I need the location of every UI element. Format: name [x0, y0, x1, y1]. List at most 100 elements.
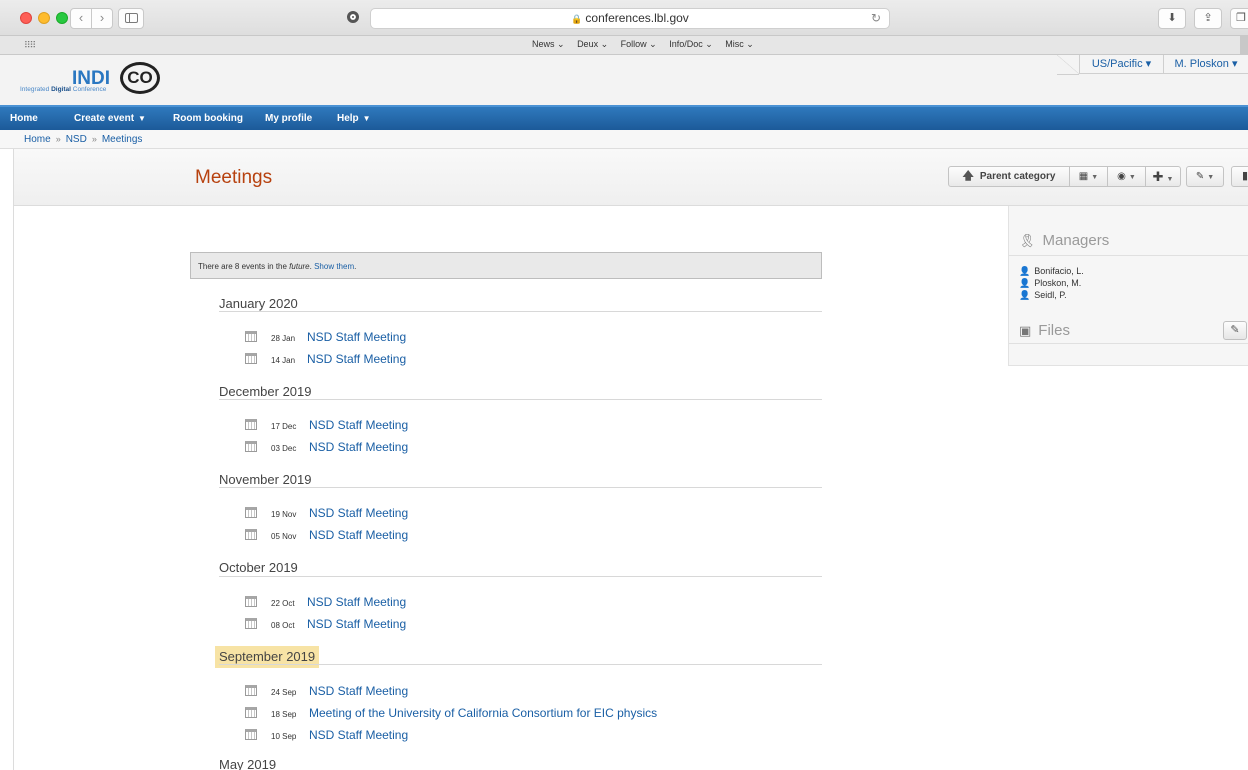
event-link[interactable]: NSD Staff Meeting [309, 440, 408, 454]
sidebar-divider [1009, 343, 1248, 344]
breadcrumb-meetings[interactable]: Meetings [102, 134, 143, 145]
back-button[interactable]: ‹ [70, 8, 92, 29]
manager-item: 👤 Bonifacio, L. [1019, 266, 1084, 276]
show-future-events-link[interactable]: Show them [314, 262, 354, 271]
caret-down-icon: ▼ [1091, 174, 1099, 181]
breadcrumb: Home» NSD» Meetings [0, 130, 1248, 149]
manager-item: 👤 Ploskon, M. [1019, 278, 1082, 288]
month-divider [219, 311, 822, 312]
calendar-icon [245, 331, 257, 342]
bookmarks-list: News ⌄ Deux ⌄ Follow ⌄ Info/Doc ⌄ Misc ⌄ [532, 39, 764, 50]
month-header: January 2020 [219, 296, 298, 311]
user-icon: 👤 [1019, 278, 1031, 288]
indico-logo[interactable]: INDI CO Integrated Digital Conference [20, 59, 170, 99]
caret-down-icon: ▼ [138, 114, 146, 123]
extension-button[interactable] [340, 8, 366, 29]
tabs-icon: ❐ [1236, 12, 1246, 24]
future-events-notice: There are 8 events in the future. Show t… [190, 252, 822, 279]
month-header: November 2019 [219, 472, 312, 487]
bookmark-news[interactable]: News ⌄ [532, 39, 565, 49]
lock-icon: 🔒 [571, 14, 583, 24]
sidebar-toggle-button[interactable] [118, 8, 144, 29]
nav-help[interactable]: Help ▼ [337, 113, 371, 124]
nav-my-profile[interactable]: My profile [265, 113, 312, 124]
download-icon: ⬇ [1167, 12, 1177, 24]
nav-create-event[interactable]: Create event ▼ [74, 113, 146, 124]
event-link[interactable]: NSD Staff Meeting [309, 684, 408, 698]
calendar-icon [245, 707, 257, 718]
sidebar-divider [1009, 255, 1248, 256]
calendar-icon [245, 729, 257, 740]
create-menu-button[interactable]: ✚ ▼ [1145, 166, 1181, 187]
user-menu[interactable]: M. Ploskon ▾ [1163, 55, 1248, 74]
url-text: conferences.lbl.gov [585, 11, 689, 25]
event-date: 17 Dec [271, 422, 297, 431]
bookmark-info-doc[interactable]: Info/Doc ⌄ [669, 39, 713, 49]
downloads-button[interactable]: ⬇ [1158, 8, 1186, 29]
manager-item: 👤 Seidl, P. [1019, 290, 1067, 300]
caret-down-icon: ▼ [1128, 174, 1136, 181]
event-link[interactable]: Meeting of the University of California … [309, 706, 657, 720]
bookmark-follow[interactable]: Follow ⌄ [621, 39, 657, 49]
close-window-button[interactable] [20, 12, 32, 24]
fullscreen-window-button[interactable] [56, 12, 68, 24]
caret-down-icon: ▼ [1207, 174, 1215, 181]
event-link[interactable]: NSD Staff Meeting [307, 352, 406, 366]
pencil-icon: ✎ [1195, 171, 1205, 182]
forward-button[interactable]: › [91, 8, 113, 29]
timezone-selector[interactable]: US/Pacific ▾ [1079, 55, 1163, 74]
bookmark-button[interactable]: ▮ [1231, 166, 1248, 187]
event-date: 10 Sep [271, 732, 297, 741]
reload-icon[interactable]: ↻ [871, 9, 881, 28]
arrow-up-icon: 🡅 [962, 170, 974, 182]
bookmarks-overflow [1240, 36, 1248, 55]
month-header-highlighted: September 2019 [215, 646, 320, 668]
address-bar[interactable]: 🔒 conferences.lbl.gov ↻ [370, 8, 890, 29]
event-link[interactable]: NSD Staff Meeting [307, 617, 406, 631]
event-link[interactable]: NSD Staff Meeting [307, 330, 406, 344]
month-divider [219, 399, 822, 400]
event-date: 22 Oct [271, 599, 295, 608]
bookmark-deux[interactable]: Deux ⌄ [577, 39, 608, 49]
bookmark-misc[interactable]: Misc ⌄ [725, 39, 754, 49]
calendar-menu-button[interactable]: ▦ ▼ [1069, 166, 1108, 187]
breadcrumb-home[interactable]: Home [24, 134, 51, 145]
tab-divider [1057, 55, 1079, 75]
event-link[interactable]: NSD Staff Meeting [309, 728, 408, 742]
bookmarks-bar: ⠿⠿ News ⌄ Deux ⌄ Follow ⌄ Info/Doc ⌄ Mis… [0, 36, 1248, 55]
logo-tagline: Integrated Digital Conference [20, 86, 107, 93]
parent-category-button[interactable]: 🡅 Parent category [948, 166, 1070, 187]
managers-heading: 🎗 Managers [1019, 232, 1110, 249]
month-header: December 2019 [219, 384, 312, 399]
sidebar-icon [124, 13, 138, 23]
breadcrumb-nsd[interactable]: NSD [66, 134, 87, 145]
calendar-icon [245, 529, 257, 540]
calendar-icon [245, 419, 257, 430]
event-link[interactable]: NSD Staff Meeting [307, 595, 406, 609]
edit-files-button[interactable]: ✎ [1223, 321, 1247, 340]
edit-menu-button[interactable]: ✎ ▼ [1186, 166, 1224, 187]
event-link[interactable]: NSD Staff Meeting [309, 418, 408, 432]
share-button[interactable]: ⇪ [1194, 8, 1222, 29]
tabs-overview-button[interactable]: ❐ [1230, 8, 1248, 29]
extension-icon [347, 11, 359, 23]
event-date: 14 Jan [271, 356, 296, 365]
event-date: 28 Jan [271, 334, 296, 343]
month-divider [219, 664, 822, 665]
event-date: 03 Dec [271, 444, 297, 453]
nav-room-booking[interactable]: Room booking [173, 113, 243, 124]
pencil-icon: ✎ [1230, 324, 1240, 336]
minimize-window-button[interactable] [38, 12, 50, 24]
bookmark-icon: ▮ [1241, 170, 1248, 182]
share-icon: ⇪ [1203, 12, 1213, 24]
grid-icon[interactable]: ⠿⠿ [24, 40, 36, 51]
nav-home[interactable]: Home [10, 113, 38, 124]
calendar-icon [245, 507, 257, 518]
event-link[interactable]: NSD Staff Meeting [309, 528, 408, 542]
view-menu-button[interactable]: ◉ ▼ [1107, 166, 1146, 187]
caret-down-icon: ▼ [362, 114, 371, 123]
event-link[interactable]: NSD Staff Meeting [309, 506, 408, 520]
main-nav: Home Create event ▼ Room booking My profi… [0, 105, 1248, 130]
calendar-icon [245, 596, 257, 607]
event-date: 18 Sep [271, 710, 297, 719]
